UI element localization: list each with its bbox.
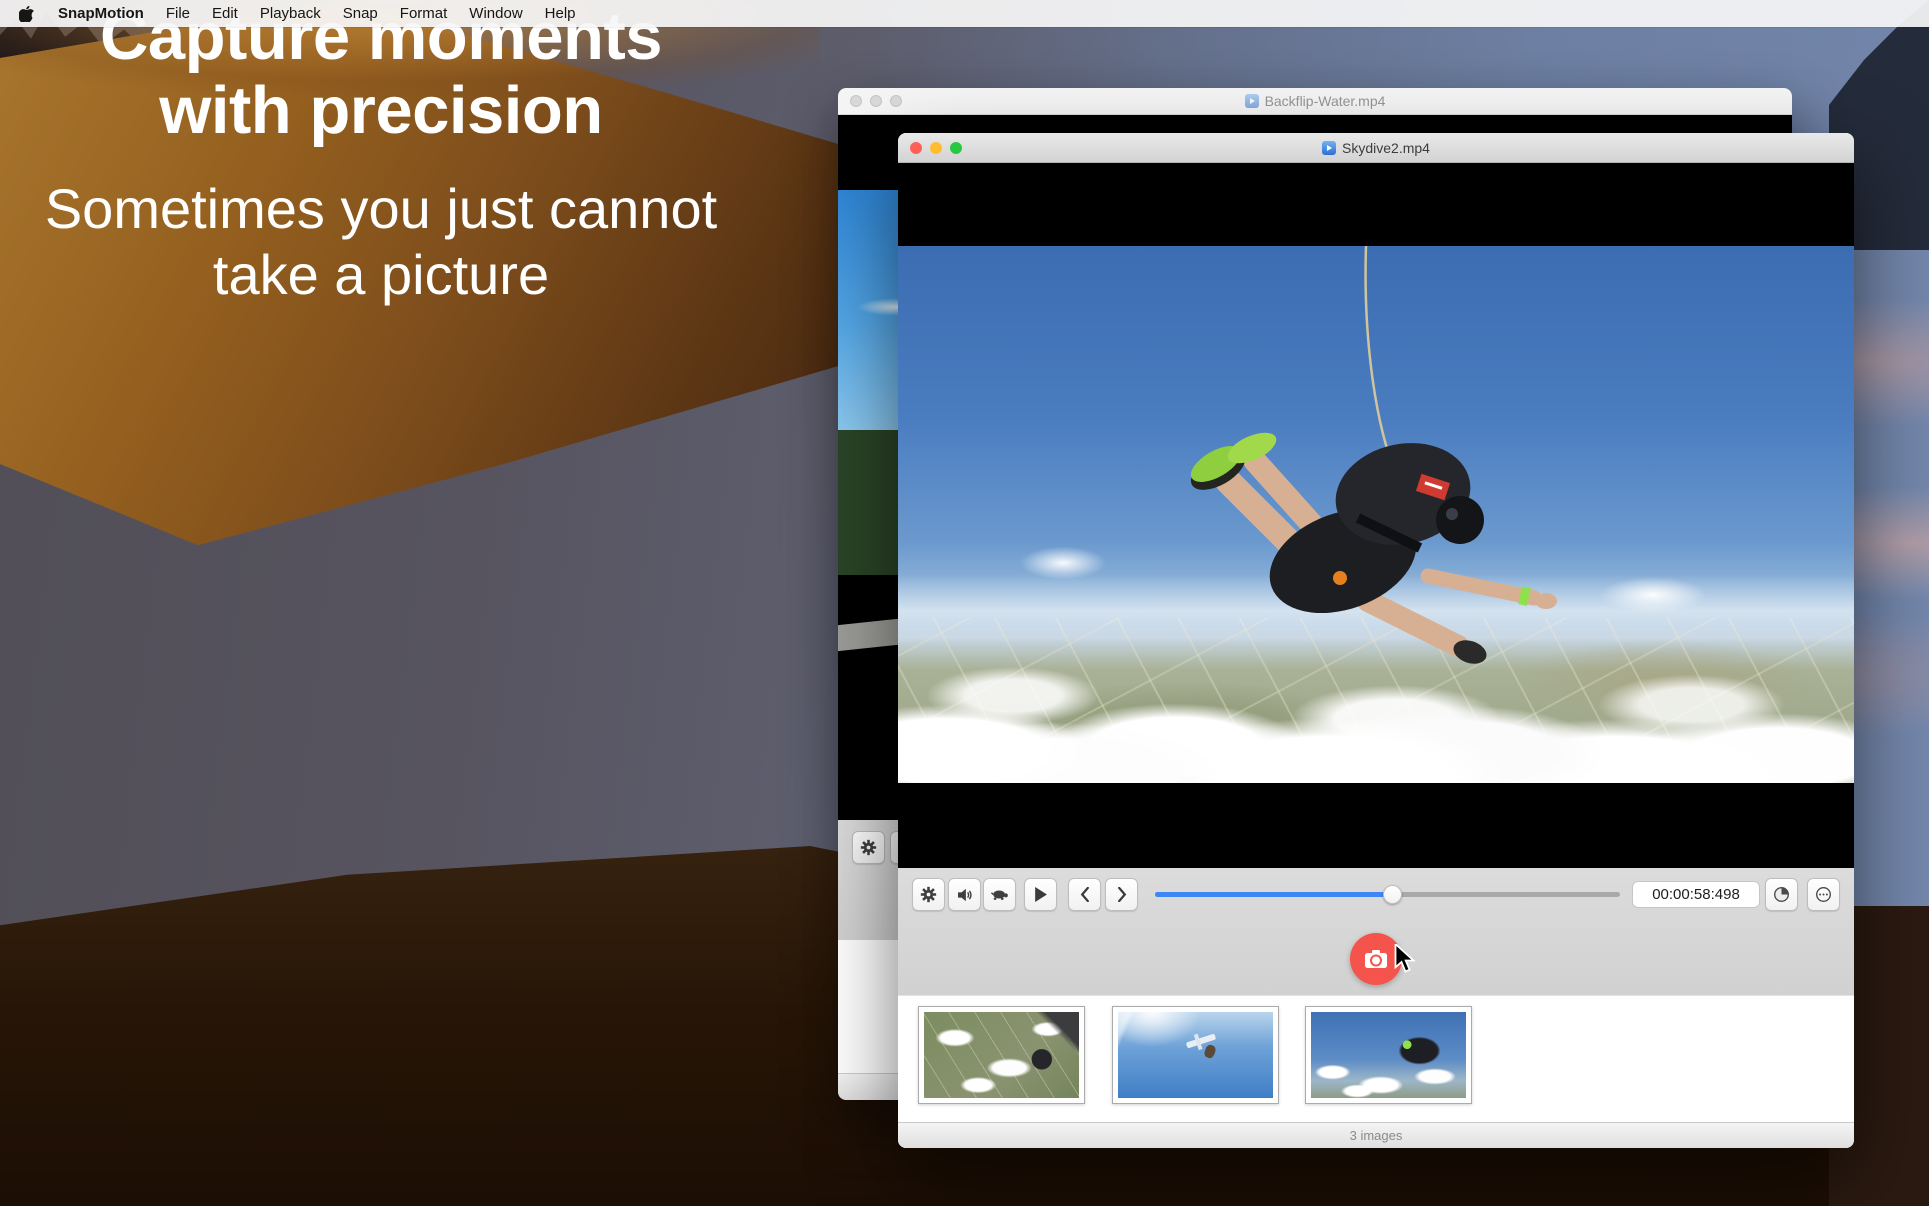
menu-format[interactable]: Format: [389, 5, 459, 22]
snapshot-image-3: [1311, 1012, 1466, 1098]
timeline-fill: [1155, 892, 1392, 897]
headline-line2: with precision: [159, 73, 602, 148]
chevron-left-icon: [1080, 887, 1090, 902]
snapshot-strip: [898, 995, 1854, 1122]
subheadline: Sometimes you just cannot take a picture: [0, 176, 762, 308]
image-count-label: 3 images: [1350, 1128, 1403, 1143]
chevron-right-icon: [1117, 887, 1127, 902]
turtle-icon: [991, 888, 1009, 901]
timer-button[interactable]: [1765, 878, 1798, 911]
front-window-titlebar[interactable]: Skydive2.mp4: [898, 133, 1854, 163]
gear-icon: [860, 839, 877, 856]
playback-control-bar: 00:00:58:498: [898, 868, 1854, 995]
step-forward-button[interactable]: [1105, 878, 1138, 911]
snapshot-image-2: [1118, 1012, 1273, 1098]
slow-motion-button[interactable]: [983, 878, 1016, 911]
settings-button[interactable]: [912, 878, 945, 911]
snapshot-thumbnail-3[interactable]: [1305, 1006, 1472, 1104]
back-window-titlebar[interactable]: Backflip-Water.mp4: [838, 88, 1792, 115]
back-window-title-text: Backflip-Water.mp4: [1265, 93, 1386, 109]
video-frame: [898, 246, 1854, 783]
menu-file[interactable]: File: [155, 5, 201, 22]
control-row: 00:00:58:498: [898, 878, 1854, 912]
camera-icon: [1364, 949, 1388, 969]
snapshot-thumbnail-1[interactable]: [918, 1006, 1085, 1104]
skydiver-graphic: [898, 246, 1854, 783]
menu-snap[interactable]: Snap: [332, 5, 389, 22]
gear-icon: [920, 886, 937, 903]
back-settings-button[interactable]: [852, 831, 885, 864]
back-window-title: Backflip-Water.mp4: [838, 88, 1792, 114]
menu-bar: SnapMotion File Edit Playback Snap Forma…: [0, 0, 1929, 27]
movie-file-icon: [1245, 94, 1259, 108]
app-menu-snapmotion[interactable]: SnapMotion: [47, 5, 155, 22]
front-window-title: Skydive2.mp4: [898, 133, 1854, 162]
apple-menu[interactable]: [19, 5, 34, 22]
clock-pie-icon: [1773, 886, 1790, 903]
video-viewport[interactable]: [898, 163, 1854, 868]
subheadline-line1: Sometimes you just cannot: [45, 177, 717, 240]
more-options-button[interactable]: [1807, 878, 1840, 911]
snapshot-image-1: [924, 1012, 1079, 1098]
front-window-title-text: Skydive2.mp4: [1342, 140, 1430, 156]
menu-help[interactable]: Help: [534, 5, 587, 22]
step-backward-button[interactable]: [1068, 878, 1101, 911]
menu-edit[interactable]: Edit: [201, 5, 249, 22]
marketing-copy: Capture moments with precision Sometimes…: [0, 0, 762, 308]
play-icon: [1034, 887, 1047, 902]
mouse-cursor: [1393, 944, 1419, 979]
speaker-icon: [957, 888, 973, 902]
timecode-field[interactable]: 00:00:58:498: [1632, 881, 1760, 908]
menu-window[interactable]: Window: [458, 5, 533, 22]
front-window-status-bar: 3 images: [898, 1122, 1854, 1148]
snapshot-thumbnail-2[interactable]: [1112, 1006, 1279, 1104]
play-button[interactable]: [1024, 878, 1057, 911]
timeline-knob[interactable]: [1383, 885, 1402, 904]
timeline-slider[interactable]: [1155, 892, 1620, 897]
jumper-graphic: [1203, 1043, 1217, 1059]
timecode-value: 00:00:58:498: [1652, 886, 1740, 903]
volume-button[interactable]: [948, 878, 981, 911]
window-skydive2[interactable]: Skydive2.mp4: [898, 133, 1854, 1148]
desktop: Capture moments with precision Sometimes…: [0, 0, 1929, 1206]
movie-file-icon: [1322, 141, 1336, 155]
apple-icon: [19, 5, 34, 22]
subheadline-line2: take a picture: [213, 243, 549, 306]
ellipsis-circle-icon: [1815, 886, 1832, 903]
menu-playback[interactable]: Playback: [249, 5, 332, 22]
